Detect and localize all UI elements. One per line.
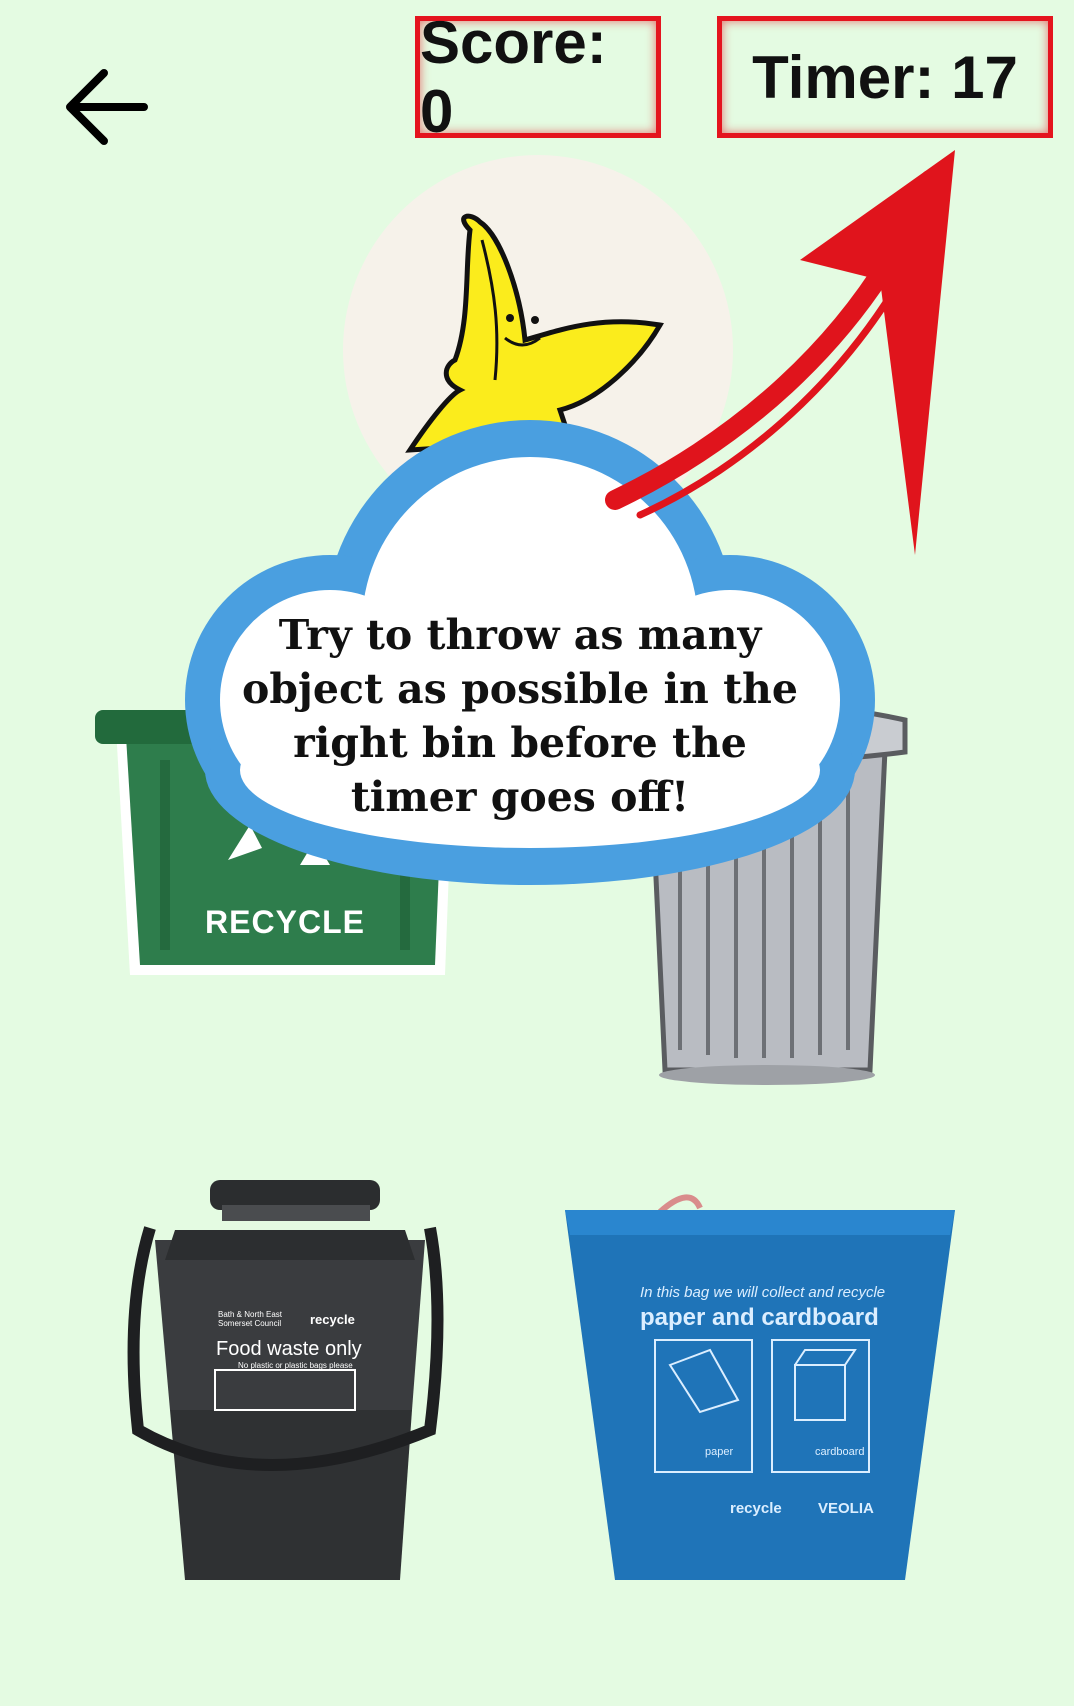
tutorial-message: Try to throw as many object as possible … bbox=[242, 611, 798, 821]
tutorial-cloud bbox=[185, 420, 875, 885]
